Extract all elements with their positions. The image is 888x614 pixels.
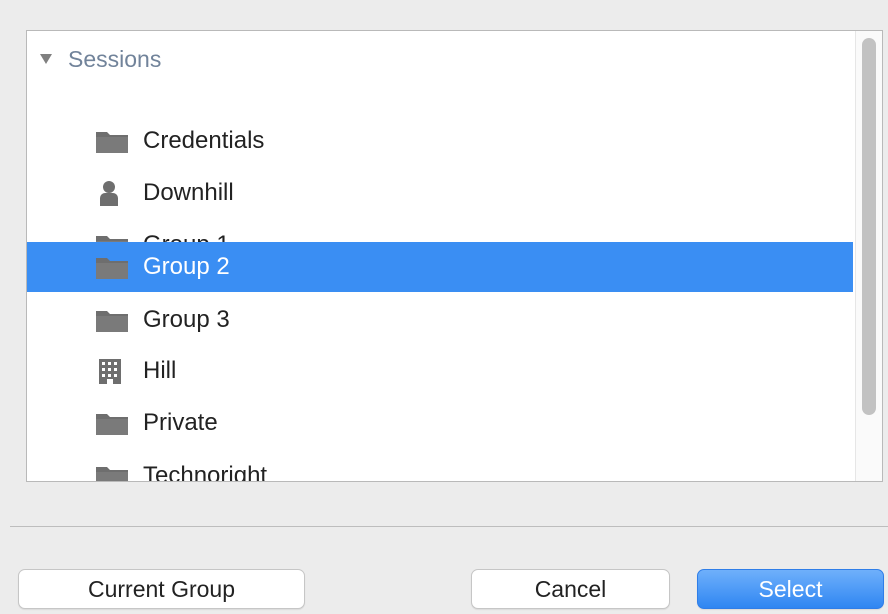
folder-icon xyxy=(96,311,128,332)
disclosure-triangle-icon[interactable] xyxy=(39,53,53,65)
tree-item-label: Credentials xyxy=(143,127,265,154)
tree-item-label: Private xyxy=(143,409,218,436)
tree-item-group-3[interactable]: Group 3 xyxy=(27,295,853,345)
footer-divider xyxy=(10,526,888,527)
cancel-button[interactable]: Cancel xyxy=(471,569,670,609)
scrollbar-thumb[interactable] xyxy=(862,38,876,415)
folder-icon xyxy=(96,258,128,279)
tree-item-hill[interactable]: Hill xyxy=(27,346,853,396)
tree-item-downhill[interactable]: Downhill xyxy=(27,168,853,218)
tree-item-label: Technoright xyxy=(143,462,268,482)
tree-item-group-2[interactable]: Group 2 xyxy=(27,242,853,292)
tree-item-label: Group 3 xyxy=(143,306,230,333)
tree-item-credentials[interactable]: Credentials xyxy=(27,116,853,166)
folder-icon xyxy=(96,132,128,153)
sessions-group-header[interactable]: Sessions xyxy=(27,41,853,77)
tree-item-private[interactable]: Private xyxy=(27,398,853,448)
folder-icon xyxy=(96,414,128,435)
tree-item-technoright[interactable]: Technoright xyxy=(27,451,853,482)
group-label: Sessions xyxy=(68,46,162,72)
select-button[interactable]: Select xyxy=(697,569,884,609)
tree-item-label: Hill xyxy=(143,357,177,384)
building-icon xyxy=(99,359,121,384)
session-tree[interactable]: Sessions Credentials Downhill Group 1 Gr… xyxy=(26,30,883,482)
vertical-scrollbar[interactable] xyxy=(855,31,882,481)
tree-item-label: Downhill xyxy=(143,179,234,206)
current-group-button[interactable]: Current Group xyxy=(18,569,305,609)
folder-icon xyxy=(96,467,128,481)
tree-item-label: Group 2 xyxy=(143,253,230,280)
person-icon xyxy=(100,181,118,206)
